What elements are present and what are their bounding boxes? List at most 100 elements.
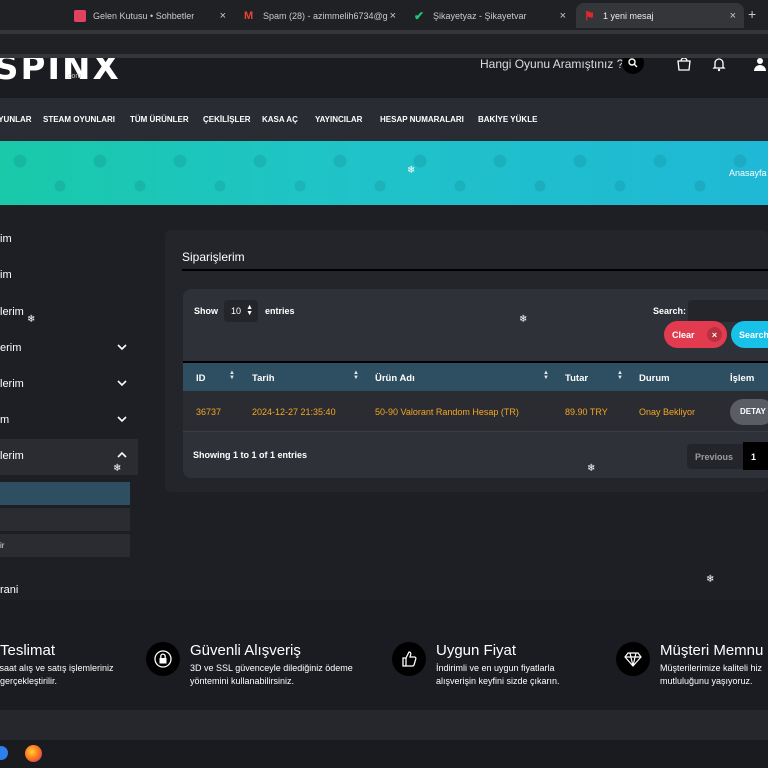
- table-search-input[interactable]: [688, 300, 768, 322]
- nav-item-giveaways[interactable]: ÇEKİLİŞLER: [203, 115, 251, 124]
- address-field[interactable]: [0, 34, 768, 54]
- sort-icon[interactable]: ▲ ▼: [229, 370, 235, 381]
- banner-pattern: [0, 141, 768, 205]
- close-icon[interactable]: ×: [220, 10, 226, 22]
- snowflake-icon: ❄: [407, 165, 416, 176]
- title-divider: [182, 269, 768, 271]
- breadcrumb[interactable]: Anasayfa: [729, 168, 767, 178]
- clear-label: Clear: [672, 330, 695, 340]
- close-icon[interactable]: ×: [390, 10, 396, 22]
- new-tab-button[interactable]: +: [748, 6, 756, 22]
- sidebar-item[interactable]: erim: [0, 331, 138, 367]
- browser-tab[interactable]: M Spam (28) - azimmelih6734@g ×: [236, 3, 404, 28]
- feature-desc: mutluluğunu yaşıyoruz.: [660, 676, 753, 686]
- clear-button[interactable]: Clear ×: [664, 321, 727, 348]
- sidebar-item[interactable]: im: [0, 222, 138, 258]
- sort-icon[interactable]: ▲ ▼: [617, 370, 623, 381]
- flag-icon: ⚑: [584, 8, 595, 23]
- tab-title: 1 yeni mesaj: [603, 10, 654, 21]
- browser-tab-active[interactable]: ⚑ 1 yeni mesaj ×: [576, 3, 744, 28]
- order-date: 2024-12-27 21:35:40: [252, 407, 336, 417]
- current-page-button[interactable]: 1: [743, 442, 768, 470]
- detail-button[interactable]: DETAY: [730, 399, 768, 425]
- page-length-value: 10: [231, 306, 242, 316]
- nav-item-balance[interactable]: BAKİYE YÜKLE: [478, 115, 537, 124]
- sidebar-item[interactable]: lerim: [0, 367, 138, 403]
- bell-icon[interactable]: [711, 58, 727, 72]
- search-icon[interactable]: [622, 58, 644, 74]
- instagram-icon: [74, 9, 86, 22]
- sidebar-subitem-label: ir: [0, 541, 5, 550]
- sidebar-item[interactable]: lerim: [0, 295, 138, 331]
- sidebar-subitem[interactable]: [0, 508, 130, 531]
- os-taskbar: [0, 740, 768, 768]
- nav-item-steam[interactable]: STEAM OYUNLARI: [43, 115, 115, 124]
- feature-title: Uygun Fiyat: [436, 642, 517, 659]
- nav-item-all-products[interactable]: TÜM ÜRÜNLER: [130, 115, 189, 124]
- column-header-id[interactable]: ID: [196, 373, 206, 384]
- feature-desc: 3D ve SSL güvenceyle dilediğiniz ödeme: [190, 663, 353, 673]
- firefox-icon[interactable]: [25, 745, 42, 762]
- feature-desc: Müşterilerimize kaliteli hiz: [660, 663, 763, 673]
- nav-item-streamers[interactable]: YAYINCILAR: [315, 115, 362, 124]
- app-icon[interactable]: [0, 746, 8, 760]
- column-header-status[interactable]: Durum: [639, 373, 670, 384]
- features-strip: [0, 600, 768, 710]
- feature-title: Güvenli Alışveriş: [190, 642, 301, 659]
- header-search-prompt[interactable]: Hangi Oyunu Aramıştınız ?: [480, 58, 623, 71]
- sidebar-subitem[interactable]: ir: [0, 534, 130, 557]
- sidebar-item-label: lerim: [0, 306, 24, 318]
- page-title: Siparişlerim: [182, 250, 245, 264]
- sidebar-item[interactable]: im: [0, 258, 138, 294]
- feature-title: Müşteri Memnu: [660, 642, 764, 659]
- nav-item-oyunlar[interactable]: OYUNLAR: [0, 115, 32, 124]
- column-header-action: İşlem: [730, 373, 755, 384]
- search-button[interactable]: Search: [731, 321, 768, 348]
- search-label: Search:: [653, 306, 687, 316]
- column-header-amount[interactable]: Tutar: [565, 373, 588, 384]
- column-header-product[interactable]: Ürün Adı: [375, 373, 415, 384]
- sidebar-item-label: im: [0, 233, 12, 245]
- sidebar-item-label: m: [0, 414, 10, 426]
- tab-title: Gelen Kutusu • Sohbetler: [93, 10, 195, 21]
- site-logo[interactable]: SPINX: [0, 58, 121, 88]
- sort-icon[interactable]: ▲ ▼: [353, 370, 359, 381]
- cart-icon[interactable]: [676, 58, 692, 72]
- main-nav: OYUNLAR STEAM OYUNLARI TÜM ÜRÜNLER ÇEKİL…: [0, 98, 768, 141]
- snowflake-icon: ❄: [113, 463, 122, 474]
- snowflake-icon: ❄: [706, 574, 715, 585]
- column-header-date[interactable]: Tarih: [252, 373, 275, 384]
- page-banner: Anasayfa: [0, 141, 768, 205]
- sidebar-subitem-active[interactable]: [0, 482, 130, 505]
- browser-tab[interactable]: ✔ Şikayetyaz - Şikayetvar ×: [406, 3, 574, 28]
- browser-tab[interactable]: Gelen Kutusu • Sohbetler ×: [66, 3, 234, 28]
- feature-title: Teslimat: [0, 642, 56, 659]
- nav-item-case[interactable]: KASA AÇ: [262, 115, 298, 124]
- sidebar-item-label: lerim: [0, 450, 24, 462]
- previous-page-button[interactable]: Previous: [687, 444, 743, 469]
- sidebar-item[interactable]: m: [0, 403, 138, 439]
- snowflake-icon: ❄: [27, 314, 36, 325]
- sidebar-item-label: im: [0, 269, 12, 281]
- order-id: 36737: [196, 407, 222, 417]
- page-length-select[interactable]: 10 ▲ ▼: [224, 300, 258, 322]
- order-amount: 89.90 TRY: [565, 407, 608, 417]
- close-icon[interactable]: ×: [560, 10, 566, 22]
- nav-item-accounts[interactable]: HESAP NUMARALARI: [380, 115, 464, 124]
- footer: [0, 710, 768, 740]
- sort-icon[interactable]: ▲ ▼: [543, 370, 549, 381]
- lock-icon: [146, 642, 180, 676]
- table-row: 36737 2024-12-27 21:35:40 50-90 Valorant…: [183, 391, 768, 432]
- close-icon[interactable]: ×: [730, 10, 736, 22]
- user-icon[interactable]: [752, 58, 768, 72]
- address-bar: [0, 30, 768, 58]
- browser-tab-bar: Gelen Kutusu • Sohbetler × M Spam (28) -…: [0, 0, 768, 30]
- tab-title: Spam (28) - azimmelih6734@g: [263, 10, 388, 21]
- entries-label: entries: [265, 306, 295, 316]
- order-status: Onay Bekliyor: [639, 407, 696, 417]
- table-info: Showing 1 to 1 of 1 entries: [193, 450, 308, 460]
- show-label: Show: [194, 306, 218, 316]
- site-header: SPINX .com Hangi Oyunu Aramıştınız ?: [0, 58, 768, 98]
- chevron-up-icon: [117, 451, 127, 458]
- close-icon: ×: [707, 327, 722, 342]
